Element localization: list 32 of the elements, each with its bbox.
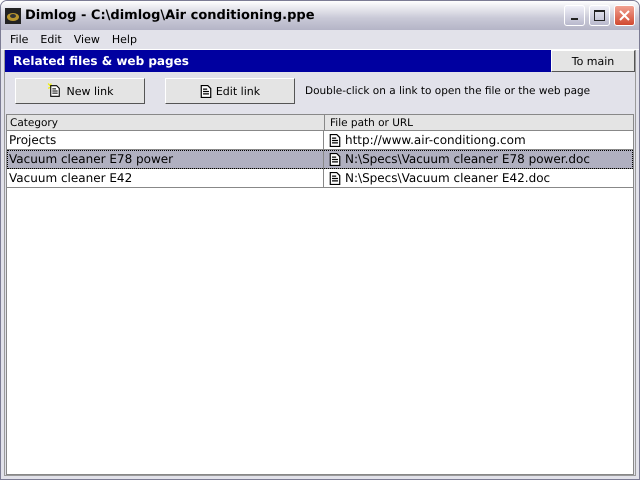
table-cell: Vacuum cleaner E42 [7, 169, 324, 187]
table-cell: Vacuum cleaner E78 power [7, 150, 324, 168]
table-cell: Projects [7, 131, 324, 149]
table-cell: N:\Specs\Vacuum cleaner E42.doc [345, 171, 550, 185]
document-icon [329, 134, 341, 146]
menu-item[interactable]: View [68, 33, 106, 46]
document-icon [329, 172, 341, 184]
menu-item[interactable]: Help [106, 33, 143, 46]
close-icon [619, 10, 630, 21]
app-icon [5, 8, 21, 24]
minimize-button[interactable] [564, 5, 585, 26]
hint-text: Double-click on a link to open the file or the web page [305, 85, 590, 97]
menu-item[interactable]: Edit [34, 33, 68, 46]
maximize-icon [594, 10, 605, 21]
table-cell: http://www.air-conditiong.com [345, 133, 526, 147]
column-header[interactable]: Category [7, 115, 325, 130]
window-title: Dimlog - C:\dimlog\Air conditioning.ppe [25, 8, 316, 23]
table-row[interactable]: Vacuum cleaner E78 power N:\Specs\Vacuum cleaner E78 power.doc [7, 150, 633, 169]
maximize-button[interactable] [589, 5, 610, 26]
column-header[interactable]: File path or URL [325, 115, 633, 130]
table-row[interactable]: Vacuum cleaner E42 N:\Specs\Vacuum cleaner E42.doc [7, 169, 633, 188]
edit-link-button[interactable]: Edit link [165, 78, 295, 104]
close-button[interactable] [614, 5, 635, 26]
document-icon [200, 84, 212, 98]
new-link-button[interactable]: New link [15, 78, 145, 104]
table-cell: N:\Specs\Vacuum cleaner E78 power.doc [345, 152, 590, 166]
minimize-icon [571, 18, 578, 20]
to-main-button[interactable]: To main [551, 50, 635, 72]
section-title: Related files & web pages [13, 54, 189, 68]
menu-item[interactable]: File [4, 33, 34, 46]
document-icon [329, 152, 341, 166]
new-document-icon [46, 83, 63, 99]
